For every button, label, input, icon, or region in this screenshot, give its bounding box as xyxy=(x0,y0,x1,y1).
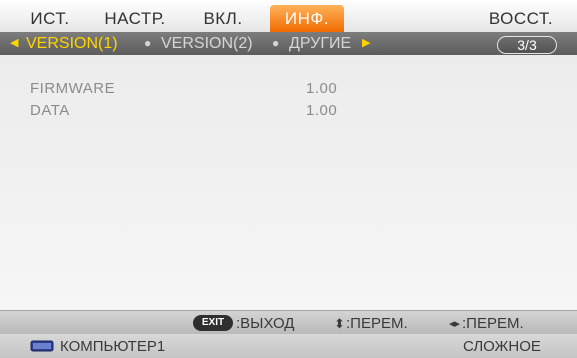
data-value: 1.00 xyxy=(306,102,338,119)
tab-info[interactable]: ИНФ. xyxy=(270,5,344,32)
firmware-label: FIRMWARE xyxy=(30,80,116,97)
leftright-arrow-icon: ◂▸ xyxy=(449,318,461,330)
data-label: DATA xyxy=(30,102,70,119)
tab-setup[interactable]: НАСТР. xyxy=(94,5,176,32)
left-arrow-icon[interactable]: ◀ xyxy=(10,32,18,55)
subtab-version2[interactable]: VERSION(2) xyxy=(161,32,253,55)
right-arrow-icon[interactable]: ▶ xyxy=(362,32,370,55)
updown-hint: :ПЕРЕМ. xyxy=(346,315,408,332)
info-panel: FIRMWARE 1.00 DATA 1.00 xyxy=(0,55,577,310)
leftright-hint: :ПЕРЕМ. xyxy=(462,315,524,332)
firmware-value: 1.00 xyxy=(306,80,338,97)
subtab-other[interactable]: ДРУГИЕ xyxy=(289,32,351,55)
key-hints-bar: EXIT :ВЫХОД ⬍ :ПЕРЕМ. ◂▸ :ПЕРЕМ. xyxy=(0,310,577,335)
tab-reset[interactable]: ВОССТ. xyxy=(482,5,560,32)
menu-mode: СЛОЖНОЕ xyxy=(463,338,541,355)
tab-source[interactable]: ИСТ. xyxy=(18,5,82,32)
tab-power[interactable]: ВКЛ. xyxy=(196,5,250,32)
monitor-icon xyxy=(30,340,54,352)
subtab-version1[interactable]: VERSION(1) xyxy=(26,32,118,55)
bullet-icon: ● xyxy=(144,36,152,50)
bullet-icon: ● xyxy=(272,36,280,50)
submenu-tabs: ◀ VERSION(1) ● VERSION(2) ● ДРУГИЕ ▶ xyxy=(0,32,577,55)
exit-key-icon: EXIT xyxy=(193,315,233,331)
updown-arrow-icon: ⬍ xyxy=(334,316,345,331)
page-indicator: 3/3 xyxy=(497,36,557,54)
status-bar: КОМПЬЮТЕР1 СЛОЖНОЕ xyxy=(0,334,577,358)
exit-hint: :ВЫХОД xyxy=(236,315,295,332)
input-source: КОМПЬЮТЕР1 xyxy=(60,338,166,355)
menu-tabs: ИСТ. НАСТР. ВКЛ. ИНФ. ВОССТ. xyxy=(0,0,577,33)
